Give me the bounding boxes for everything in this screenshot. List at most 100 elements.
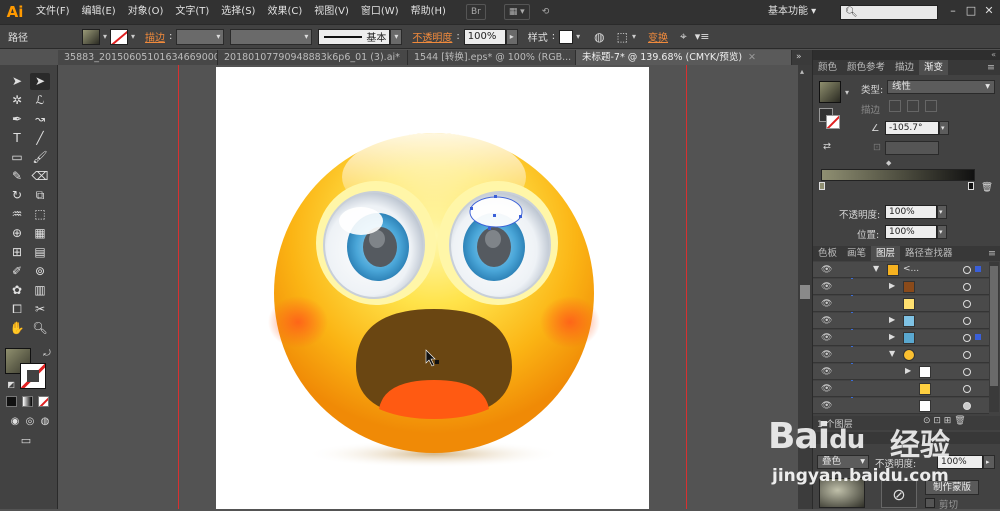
fill-swatch[interactable]: [82, 28, 100, 45]
gradient-mode-icon[interactable]: [22, 396, 33, 407]
tab-color[interactable]: 颜色: [813, 60, 842, 75]
pen-tool-icon[interactable]: ✒: [7, 111, 27, 128]
rotate-tool-icon[interactable]: ↻: [7, 187, 27, 204]
zoom-tool-icon[interactable]: 🔍︎: [30, 320, 50, 337]
visibility-eye-icon[interactable]: 👁︎: [821, 350, 832, 360]
visibility-eye-icon[interactable]: 👁︎: [821, 265, 832, 275]
type-tool-icon[interactable]: T: [7, 130, 27, 147]
menu-window[interactable]: 窗口(W): [355, 0, 405, 24]
stroke-weight-dropdown[interactable]: ▾: [176, 28, 225, 45]
symbol-sprayer-tool-icon[interactable]: ✿: [7, 282, 27, 299]
layer-row[interactable]: 👁︎ ▶: [813, 313, 989, 329]
maximize-icon[interactable]: □: [964, 4, 978, 18]
none-mode-icon[interactable]: [38, 396, 49, 407]
gradient-stop-right[interactable]: [968, 182, 974, 190]
layer-row[interactable]: 👁︎ ▼: [813, 347, 989, 363]
gradient-location-input[interactable]: 100%: [885, 225, 937, 239]
tab-swatches[interactable]: 色板: [813, 246, 842, 261]
minimize-icon[interactable]: –: [946, 4, 960, 18]
menu-edit[interactable]: 编辑(E): [76, 0, 122, 24]
tab-document-2[interactable]: 20180107790948883k6p6_01 (3).ai*✕: [218, 50, 408, 65]
layer-row[interactable]: 👁︎: [813, 381, 989, 397]
default-fill-stroke-icon[interactable]: ◩: [1, 376, 21, 393]
angle-dropdown-icon[interactable]: ▾: [939, 121, 949, 135]
visibility-eye-icon[interactable]: 👁︎: [821, 384, 832, 394]
artboard[interactable]: [216, 67, 649, 509]
tab-brushes[interactable]: 画笔: [842, 246, 871, 261]
expand-triangle-icon[interactable]: ▶: [889, 281, 895, 290]
align-icon[interactable]: ⬚: [617, 30, 628, 44]
transform-label[interactable]: 变换: [644, 29, 672, 44]
tab-layers[interactable]: 图层: [871, 246, 901, 261]
perspective-grid-tool-icon[interactable]: ▦: [30, 225, 50, 242]
stroke-along-icon[interactable]: [907, 100, 919, 112]
curvature-tool-icon[interactable]: ↝: [30, 111, 50, 128]
direct-selection-tool-icon[interactable]: ➤: [30, 73, 50, 90]
target-circle-icon[interactable]: [963, 385, 971, 393]
expand-triangle-icon[interactable]: ▶: [905, 366, 911, 375]
warp-tool-icon[interactable]: ♒: [7, 206, 27, 223]
rectangle-tool-icon[interactable]: ▭: [7, 149, 27, 166]
opacity-dropdown-icon[interactable]: ▸: [505, 28, 518, 45]
brush-definition-dropdown[interactable]: 基本: [318, 28, 391, 45]
gradient-slider[interactable]: [821, 169, 975, 181]
eraser-tool-icon[interactable]: ⌫: [30, 168, 50, 185]
layer-row[interactable]: 👁︎ ▶: [813, 279, 989, 295]
gradient-midpoint-icon[interactable]: ◆: [886, 159, 891, 167]
line-tool-icon[interactable]: ╱: [30, 130, 50, 147]
stroke-none-indicator[interactable]: [826, 115, 840, 129]
target-circle-icon[interactable]: [963, 351, 971, 359]
stroke-swatch[interactable]: [110, 28, 129, 45]
artboard-tool-icon[interactable]: ⧠: [7, 301, 27, 318]
stroke-across-icon[interactable]: [925, 100, 937, 112]
gradient-angle-input[interactable]: -105.7°: [885, 121, 939, 135]
tab-gradient[interactable]: 渐变: [919, 60, 949, 75]
swap-fill-stroke-icon[interactable]: ⤾: [37, 346, 57, 363]
free-transform-tool-icon[interactable]: ⬚: [30, 206, 50, 223]
tab-overflow-icon[interactable]: »: [792, 50, 806, 65]
gradient-tool-icon[interactable]: ▤: [30, 244, 50, 261]
tab-document-3[interactable]: 1544 [转换].eps* @ 100% (RGB...: [408, 50, 576, 65]
target-circle-icon[interactable]: [963, 283, 971, 291]
expand-triangle-icon[interactable]: ▼: [873, 264, 879, 273]
panel-menu-icon[interactable]: ≡: [982, 60, 1000, 75]
target-circle-icon[interactable]: [963, 266, 971, 274]
visibility-eye-icon[interactable]: 👁︎: [821, 316, 832, 326]
color-mode-icon[interactable]: [6, 396, 17, 407]
workspace-switcher[interactable]: 基本功能 ▾: [768, 0, 816, 24]
gradient-type-dropdown[interactable]: 线性 ▾: [887, 80, 995, 94]
menu-effect[interactable]: 效果(C): [261, 0, 308, 24]
help-search-input[interactable]: 🔍︎: [840, 5, 938, 20]
gradient-swatch-dropdown-icon[interactable]: ▾: [845, 88, 849, 97]
menu-file[interactable]: 文件(F): [30, 0, 76, 24]
tab-stroke[interactable]: 描边: [890, 60, 919, 75]
scroll-up-icon[interactable]: ▴: [800, 67, 804, 76]
mesh-tool-icon[interactable]: ⊞: [7, 244, 27, 261]
panel-collapse-icon[interactable]: «: [813, 50, 1000, 60]
lasso-tool-icon[interactable]: ℒ: [30, 92, 50, 109]
visibility-eye-icon[interactable]: 👁︎: [821, 333, 832, 343]
pencil-tool-icon[interactable]: ✎: [7, 168, 27, 185]
style-dropdown-icon[interactable]: ▾: [576, 32, 580, 41]
visibility-eye-icon[interactable]: 👁︎: [821, 282, 832, 292]
fill-dropdown-icon[interactable]: ▾: [103, 32, 107, 41]
layer-row[interactable]: 👁︎ ▼ <...: [813, 262, 989, 278]
gradient-stop-left[interactable]: [819, 182, 825, 190]
gradient-location-dropdown-icon[interactable]: ▾: [937, 225, 947, 239]
target-circle-icon[interactable]: [963, 300, 971, 308]
gpu-performance-icon[interactable]: ⟲: [538, 4, 554, 20]
stroke-color-box[interactable]: [20, 363, 46, 389]
gradient-swatch[interactable]: [819, 81, 841, 103]
draw-inside-icon[interactable]: ◍: [35, 413, 55, 430]
selection-tool-icon[interactable]: ➤: [7, 73, 27, 90]
blend-tool-icon[interactable]: ⊚: [30, 263, 50, 280]
close-tab-icon[interactable]: ✕: [748, 52, 756, 63]
tab-pathfinder[interactable]: 路径查找器: [900, 246, 958, 261]
gradient-opacity-input[interactable]: 100%: [885, 205, 937, 219]
bridge-icon[interactable]: Br: [465, 4, 486, 20]
tab-color-guide[interactable]: 颜色参考: [842, 60, 890, 75]
visibility-eye-icon[interactable]: 👁︎: [821, 299, 832, 309]
tab-document-1[interactable]: 35883_20150605101634669000.ai*: [58, 50, 218, 65]
layers-scrollbar-thumb[interactable]: [990, 266, 998, 386]
hand-tool-icon[interactable]: ✋: [7, 320, 27, 337]
